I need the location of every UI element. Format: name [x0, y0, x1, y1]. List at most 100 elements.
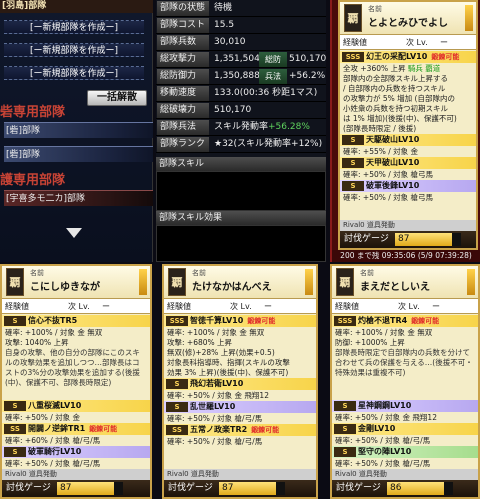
skill-name: 信心不抜TR5: [28, 316, 78, 325]
skill-detail-line: 防御: +1000% 上昇: [335, 338, 475, 348]
detail-text: 確率: +55% / 対象 金: [343, 147, 419, 156]
next-lv-value: ー: [102, 302, 110, 311]
skill-rank-badge: SSS: [334, 316, 356, 326]
skill-row[interactable]: S 天駆破山LV10: [340, 134, 476, 146]
skill-detail-line: は 1% 増加)(後援(中)、保護不可): [343, 114, 473, 124]
create-unit-button-3[interactable]: [ー新規部隊を作成ー]: [4, 66, 144, 80]
detail-text: 確率: +100% / 対象 金 無双: [167, 328, 265, 337]
skill-detail-line: 確率: +50% / 対象 槍/弓/馬: [5, 459, 147, 469]
detail-extra: 騎兵 覇道: [407, 64, 441, 73]
skill-name: 智徳千算LV10: [190, 316, 244, 325]
skill-row[interactable]: S 堅守の陣LV10: [332, 446, 478, 458]
detail-text: 確率: +50% / 対象 槍弓馬: [343, 170, 434, 179]
detail-text: 確率: +50% / 対象 槍/弓/馬: [5, 459, 101, 468]
exp-label: 経験値: [335, 302, 359, 311]
skill-row[interactable]: S 破軍後鋒LV10: [340, 180, 476, 192]
general-name: とよとみひでよし: [368, 18, 448, 29]
create-unit-button-1[interactable]: [ー新規部隊を作成ー]: [4, 20, 144, 34]
detail-text: は 1% 増加)(後援(中)、保護不可): [343, 114, 457, 123]
create-unit-button-2[interactable]: [ー新規部隊を作成ー]: [4, 43, 144, 57]
next-lv-value: ー: [440, 38, 448, 47]
gauge-value: 87: [222, 483, 234, 493]
skill-rank-badge: S: [166, 402, 188, 412]
unit-link[interactable]: [宇喜多モ二カ]部隊: [4, 190, 153, 206]
card-header: 覇名前 たけなかはんべえ: [164, 266, 316, 299]
detail-text: (部隊長時限定 / 後援): [343, 124, 417, 133]
skill-name: 天甲破山LV10: [366, 158, 420, 167]
skill-row[interactable]: S 乱世羅LV10: [164, 401, 316, 413]
next-lv-value: ー: [432, 302, 440, 311]
skill-name: 八重桜滅LV10: [28, 401, 82, 410]
detail-text: 対象長科指導時、指揮(スキルの攻撃: [167, 358, 290, 367]
rarity-bar: [139, 269, 147, 295]
detail-text: 部隊内の全部隊スキル上昇する: [343, 74, 448, 83]
name-label: 名前: [360, 269, 374, 277]
skill-row[interactable]: S 八重桜滅LV10: [2, 400, 150, 412]
stat-label: 総防御力: [157, 69, 209, 84]
skill-row[interactable]: SS 開闢ノ逆鉾TR1 鍛錬可能: [2, 423, 150, 435]
unit-link[interactable]: [砦]部隊: [4, 146, 153, 162]
general-card[interactable]: 覇名前 とよとみひでよし 経験値次 Lv. ー SSS 幻王の采配LV10 鍛錬可能 全攻 +…: [338, 0, 478, 250]
stat-value: 510,170: [214, 105, 252, 115]
timer-text: 200 まで残 09:35:06 (5/9 07:39:28): [332, 250, 480, 262]
skill-tag: 鍛錬可能: [411, 317, 440, 325]
skill-row[interactable]: S 天甲破山LV10: [340, 157, 476, 169]
general-name: たけなかはんべえ: [192, 282, 272, 293]
skill-name: 開闢ノ逆鉾TR1: [28, 424, 86, 433]
gauge-value: 87: [60, 483, 72, 493]
exp-row: 経験値 次 Lv. ー: [340, 35, 476, 50]
skill-name: 金剛LV10: [358, 424, 396, 433]
stat-label: 部隊の状態: [157, 1, 209, 16]
skill-row[interactable]: S 星神鋼鋼LV10: [332, 400, 478, 412]
card-emblem: 覇: [344, 4, 362, 32]
skill-name: 堅守の陣LV10: [358, 447, 412, 456]
skill-row[interactable]: SSS 灼槍不退TR4 鍛錬可能: [332, 315, 478, 327]
stat-value-secondary: +56.2%: [289, 71, 326, 81]
general-card[interactable]: 覇名前 まえだとしいえ 経験値次 Lv. ー SSS 灼槍不退TR4 鍛錬可能 確率: +10…: [330, 264, 480, 499]
stat-label: 総破壊力: [157, 103, 209, 118]
skill-row[interactable]: SS 五常ノ政楽TR2 鍛錬可能: [164, 424, 316, 436]
next-lv-label: 次 Lv.: [68, 302, 90, 311]
skill-rank-badge: S: [4, 447, 26, 457]
skill-row[interactable]: SSS 智徳千算LV10 鍛錬可能: [164, 315, 316, 327]
detail-text: 確率: +50% / 対象 金 飛翔12: [335, 413, 437, 422]
skill-rank-badge: S: [334, 424, 356, 434]
gauge-row: 討伐ゲージ 87: [340, 231, 476, 248]
stat-label: 移動速度: [157, 86, 209, 101]
general-card[interactable]: 覇名前 こにしゆきなが 経験値次 Lv. ー S 信心不抜TR5 確率: +100% / 対…: [0, 264, 152, 499]
rarity-bar: [467, 269, 475, 295]
skill-name: 破軍騎行LV10: [28, 447, 82, 456]
name-label: 名前: [192, 269, 206, 277]
skill-rank-badge: S: [334, 447, 356, 457]
detail-text: / 自部隊内の兵数を持つスキル: [343, 84, 446, 93]
stat-value-text: スキル発動率: [214, 122, 269, 132]
skill-detail-line: の攻撃力が 5% 増加 (自部隊内の: [343, 94, 473, 104]
skill-rank-badge: S: [4, 316, 26, 326]
stat-value: 30,010: [214, 37, 246, 47]
skill-row[interactable]: SSS 幻王の采配LV10 鍛錬可能: [340, 51, 476, 63]
skill-detail-line: 部隊内の全部隊スキル上昇する: [343, 74, 473, 84]
detail-text: 確率: +50% / 対象 金: [5, 413, 81, 422]
skill-rank-badge: S: [342, 181, 364, 191]
scroll-down-icon[interactable]: [66, 228, 82, 238]
skill-detail-line: 確率: +60% / 対象 槍/弓/馬: [5, 436, 147, 446]
exp-label: 経験値: [5, 302, 29, 311]
skill-detail-line: 確率: +50% / 対象 槍/弓/馬: [335, 459, 475, 469]
skill-row[interactable]: S 信心不抜TR5: [2, 315, 150, 327]
detail-text: 無双(修)+28% 上昇(効果+0.5): [167, 348, 275, 357]
skill-detail-line: 攻撃: +680% 上昇: [167, 338, 313, 348]
detail-text: 小姓衆の兵数を持つ初期スキル: [343, 104, 448, 113]
section-label-guard: 護専用部隊: [0, 173, 66, 188]
detail-text: 効果 3% 上昇)(後援(中)、保護不可): [167, 368, 289, 377]
skill-row[interactable]: S 破軍騎行LV10: [2, 446, 150, 458]
skill-row[interactable]: S 飛幻若衛LV10: [164, 378, 316, 390]
skill-detail-line: 確率: +50% / 対象 金: [5, 413, 147, 423]
unit-link[interactable]: [砦]部隊: [4, 122, 153, 138]
skill-rank-badge: S: [342, 158, 364, 168]
detail-text: 全攻 +360% 上昇: [343, 64, 406, 73]
general-card[interactable]: 覇名前 たけなかはんべえ 経験値次 Lv. ー SSS 智徳千算LV10 鍛錬可能 確率: +…: [162, 264, 318, 499]
detail-text: 攻撃: +680% 上昇: [167, 338, 233, 347]
skill-row[interactable]: S 金剛LV10: [332, 423, 478, 435]
general-name: まえだとしいえ: [360, 282, 430, 293]
stat-value: 待機: [214, 3, 233, 13]
